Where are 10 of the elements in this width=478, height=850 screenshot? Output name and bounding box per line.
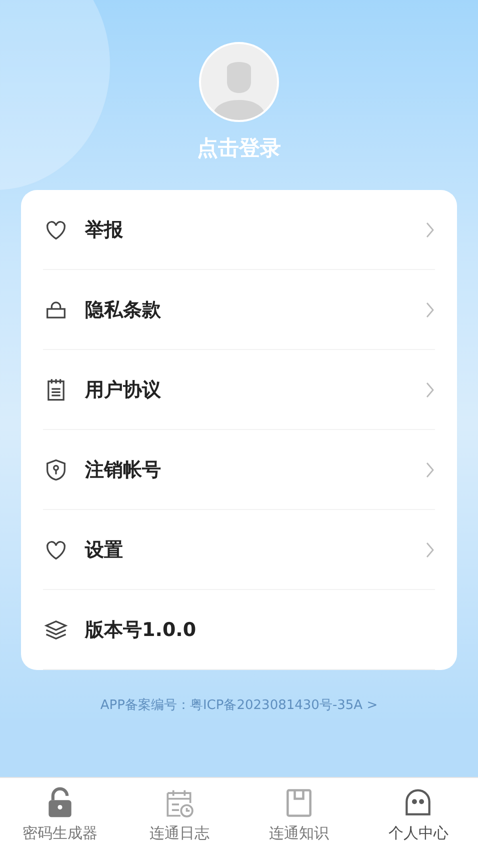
tab[interactable]: 密码生成器	[0, 778, 120, 850]
tab[interactable]: 连通日志	[120, 778, 239, 850]
tab[interactable]: 连通知识	[239, 778, 358, 850]
menu-item[interactable]: 举报	[85, 216, 425, 242]
tab[interactable]: 个人中心	[358, 778, 478, 850]
menu-item[interactable]: 设置	[85, 536, 425, 562]
menu-item[interactable]: 版本号1.0.0	[85, 616, 435, 642]
menu-item[interactable]: 用户协议	[85, 376, 425, 402]
menu-item[interactable]: 隐私条款	[85, 296, 425, 322]
menu-item[interactable]: 注销帐号	[85, 456, 425, 482]
